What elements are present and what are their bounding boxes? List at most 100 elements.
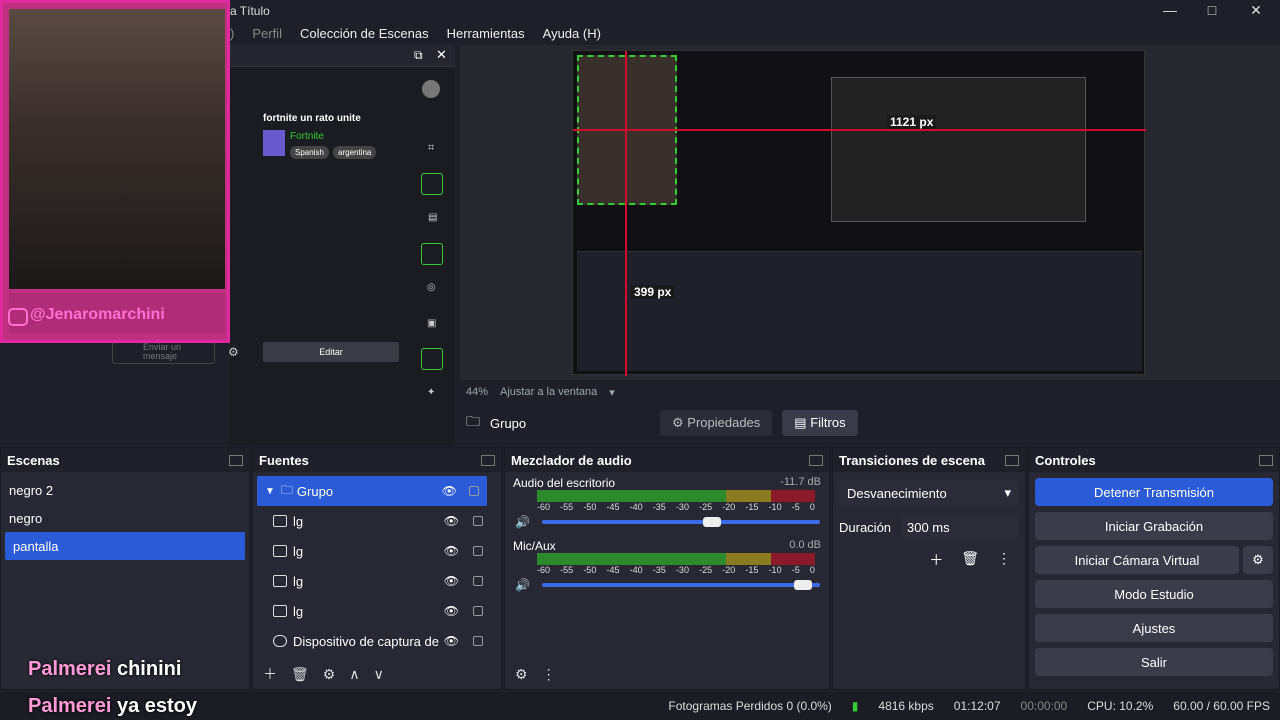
lightning-icon[interactable]: [421, 173, 443, 195]
scene-item[interactable]: negro 2: [1, 476, 249, 504]
caption-text: ya estoy: [116, 695, 198, 717]
visibility-eye-icon[interactable]: 👁: [444, 544, 459, 558]
more-options-icon[interactable]: ⋮: [542, 666, 556, 683]
edit-button[interactable]: Editar: [263, 342, 399, 362]
webcam-feed: [9, 9, 225, 289]
source-properties-icon[interactable]: ⚙: [323, 666, 336, 683]
advanced-audio-icon[interactable]: ⚙: [515, 666, 528, 683]
sources-title: Fuentes: [259, 452, 309, 468]
lock-icon[interactable]: [473, 516, 483, 526]
send-message-input[interactable]: Enviar un mensaje: [112, 340, 215, 364]
speaker-icon[interactable]: 🔊: [515, 578, 530, 592]
meter-tick: -45: [606, 565, 620, 575]
puzzle-icon[interactable]: ✦: [427, 387, 435, 398]
more-options-icon[interactable]: ⋮: [997, 550, 1011, 570]
exit-button[interactable]: Salir: [1035, 648, 1273, 676]
duration-value: 300 ms: [907, 519, 950, 535]
clip-icon[interactable]: ▣: [427, 318, 436, 329]
sources-header: Fuentes: [253, 448, 501, 472]
channel-db: 0.0 dB: [789, 539, 821, 551]
move-down-icon[interactable]: ∨: [374, 666, 384, 683]
minimize-icon[interactable]: —: [1160, 2, 1180, 18]
menu-item-help[interactable]: Ayuda (H): [543, 26, 601, 41]
source-row[interactable]: lg 👁: [253, 566, 501, 596]
meter-tick: -15: [745, 502, 759, 512]
chat-settings-icon[interactable]: ⚙: [228, 345, 239, 359]
stop-streaming-button[interactable]: Detener Transmisión: [1035, 478, 1273, 506]
remove-source-icon[interactable]: 🗑: [291, 666, 309, 683]
visibility-eye-icon[interactable]: 👁: [442, 484, 457, 498]
undock-icon[interactable]: [1005, 454, 1019, 466]
menu-item-scene-collection[interactable]: Colección de Escenas: [300, 26, 429, 41]
caption-text: chinini: [116, 658, 182, 680]
add-transition-icon[interactable]: ＋: [929, 550, 943, 570]
source-name: lg: [293, 573, 304, 589]
volume-slider[interactable]: [541, 517, 820, 527]
game-name[interactable]: Fortnite: [290, 131, 324, 142]
menu-item-partial[interactable]: ): [230, 26, 234, 41]
chat-caption-line1: Palmerei chinini: [28, 658, 181, 681]
properties-button[interactable]: ⚙ Propiedades: [660, 410, 773, 436]
scene-item[interactable]: negro: [1, 504, 249, 532]
settings-button[interactable]: Ajustes: [1035, 614, 1273, 642]
visibility-eye-icon[interactable]: 👁: [444, 634, 459, 648]
broadcast-icon[interactable]: ◎: [427, 282, 436, 293]
wrench-icon[interactable]: [421, 348, 443, 370]
expand-icon[interactable]: ⌗: [428, 142, 434, 155]
volume-slider-knob[interactable]: [794, 580, 813, 590]
meter-tick: -40: [629, 502, 643, 512]
meter-tick: -55: [560, 565, 574, 575]
source-row[interactable]: lg 👁: [253, 506, 501, 536]
speaker-icon[interactable]: 🔊: [515, 515, 530, 529]
camera-icon: [273, 635, 287, 647]
filters-label: Filtros: [810, 415, 846, 430]
cpu-usage: CPU: 10.2%: [1087, 699, 1154, 713]
list-icon[interactable]: ▤: [428, 212, 437, 223]
undock-icon[interactable]: [809, 454, 823, 466]
source-row[interactable]: lg 👁: [253, 596, 501, 626]
visibility-eye-icon[interactable]: 👁: [444, 574, 459, 588]
volume-slider-knob[interactable]: [703, 517, 722, 527]
source-row[interactable]: lg 👁: [253, 536, 501, 566]
meter-tick: -5: [791, 502, 800, 512]
studio-mode-button[interactable]: Modo Estudio: [1035, 580, 1273, 608]
undock-icon[interactable]: [229, 454, 243, 466]
add-source-icon[interactable]: ＋: [263, 664, 277, 684]
source-group-row[interactable]: ▼ 🗀 Grupo 👁: [257, 476, 487, 506]
lock-icon[interactable]: [473, 576, 483, 586]
scene-item-selected[interactable]: pantalla: [5, 532, 245, 560]
virtual-camera-settings-icon[interactable]: ⚙: [1243, 546, 1273, 574]
undock-icon[interactable]: [1259, 454, 1273, 466]
fit-to-window[interactable]: Ajustar a la ventana: [500, 386, 597, 398]
visibility-eye-icon[interactable]: 👁: [444, 514, 459, 528]
source-row[interactable]: Dispositivo de captura de 👁: [253, 626, 501, 656]
duration-label: Duración: [839, 519, 892, 535]
tag-spanish[interactable]: Spanish: [290, 146, 329, 159]
start-virtual-camera-button[interactable]: Iniciar Cámara Virtual: [1035, 546, 1239, 574]
avatar[interactable]: [422, 80, 440, 98]
chat-bubble-icon[interactable]: [421, 243, 443, 265]
close-icon[interactable]: ✕: [1246, 2, 1266, 19]
start-recording-button[interactable]: Iniciar Grabación: [1035, 512, 1273, 540]
visibility-eye-icon[interactable]: 👁: [444, 604, 459, 618]
volume-slider[interactable]: [541, 580, 820, 590]
menu-item-profile[interactable]: Perfil: [252, 26, 282, 41]
undock-icon[interactable]: ⧉: [414, 48, 423, 63]
lock-icon[interactable]: [473, 606, 483, 616]
filters-button[interactable]: ▤ Filtros: [782, 410, 858, 436]
move-up-icon[interactable]: ∧: [349, 666, 359, 683]
lock-icon[interactable]: [473, 546, 483, 556]
undock-icon[interactable]: [481, 454, 495, 466]
menu-item-tools[interactable]: Herramientas: [447, 26, 525, 41]
tag-argentina[interactable]: argentina: [333, 146, 377, 159]
remove-transition-icon[interactable]: 🗑: [961, 550, 979, 570]
collapse-icon[interactable]: ▼: [265, 486, 275, 497]
lock-icon[interactable]: [473, 636, 483, 646]
transition-select[interactable]: Desvanecimiento ▾: [839, 480, 1019, 506]
lock-icon[interactable]: [469, 486, 479, 496]
maximize-icon[interactable]: □: [1202, 2, 1222, 18]
zoom-dropdown-icon[interactable]: ▾: [609, 386, 615, 399]
meter-ticks: -60 -55 -50 -45 -40 -35 -30 -25 -20 -15 -10 -5 0: [537, 502, 815, 512]
duration-input[interactable]: 300 ms: [901, 514, 1019, 540]
dock-close-icon[interactable]: ✕: [436, 47, 447, 63]
